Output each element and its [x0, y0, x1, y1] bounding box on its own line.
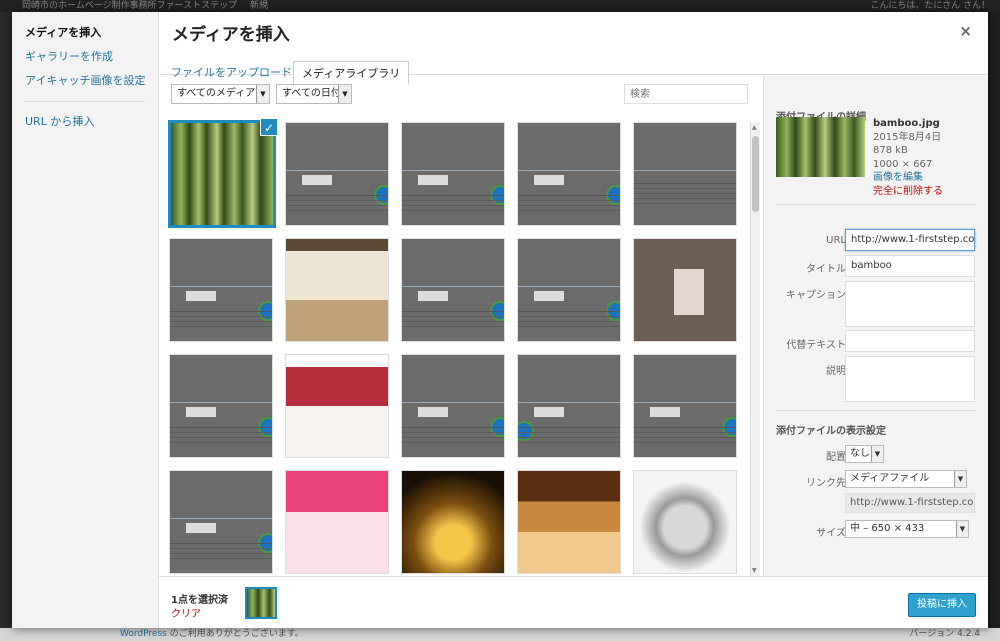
selected-attachment-thumbnail[interactable]	[245, 587, 277, 619]
url-field[interactable]: http://www.1-firststep.com/w	[845, 229, 975, 251]
link-to-select-value: メディアファイル	[850, 473, 930, 484]
admin-sidebar	[0, 12, 12, 641]
size-select[interactable]: 中 – 650 × 433 ▼	[845, 520, 969, 538]
attachment-thumbnail[interactable]	[517, 470, 621, 574]
chevron-down-icon: ▼	[954, 471, 966, 487]
align-select-value: なし	[850, 448, 870, 459]
media-type-filter[interactable]: すべてのメディア ▼	[171, 84, 270, 104]
align-label: 配置	[826, 452, 846, 463]
description-field[interactable]	[845, 356, 975, 402]
attachment-thumbnail[interactable]	[401, 470, 505, 574]
display-settings-heading: 添付ファイルの表示設定	[776, 426, 886, 437]
attachment-thumbnail[interactable]	[633, 122, 737, 226]
media-router: ファイルをアップロード メディアライブラリ	[159, 49, 988, 85]
clear-selection-link[interactable]: クリア	[171, 605, 201, 620]
attachment-thumbnail[interactable]	[401, 354, 505, 458]
search-input[interactable]	[624, 84, 748, 104]
selection-count: 1点を選択済	[171, 595, 228, 606]
insert-into-post-button[interactable]: 投稿に挿入	[908, 593, 976, 617]
chevron-down-icon: ▼	[871, 446, 883, 462]
chevron-down-icon: ▼	[338, 85, 351, 103]
admin-bar-new[interactable]: 新規	[250, 1, 268, 11]
delete-permanently-link[interactable]: 完全に削除する	[873, 185, 943, 199]
link-to-label: リンク先	[806, 478, 846, 489]
admin-bar-greeting[interactable]: こんにちは、たにさん さん！	[870, 0, 990, 12]
attachment-thumbnail[interactable]	[401, 238, 505, 342]
checkmark-icon[interactable]: ✓	[260, 118, 278, 136]
date-filter[interactable]: すべての日付 ▼	[276, 84, 352, 104]
file-size: 878 kB	[873, 145, 908, 156]
attachment-thumbnail[interactable]	[517, 238, 621, 342]
attachment-details-sidebar: 添付ファイルの詳細 bamboo.jpg 2015年8月4日 878 kB 10…	[763, 76, 988, 576]
attachment-thumbnail[interactable]	[517, 354, 621, 458]
edit-image-link[interactable]: 画像を編集	[873, 171, 943, 185]
menu-insert-media[interactable]: メディアを挿入	[12, 21, 158, 45]
description-label: 説明	[826, 366, 846, 377]
modal-title: メディアを挿入	[172, 25, 290, 45]
attachment-thumbnail[interactable]	[169, 238, 273, 342]
attachment-thumbnail[interactable]: ✓	[168, 118, 278, 228]
caption-label: キャプション	[786, 290, 846, 301]
link-url-field: http://www.1-firststep.com/w	[845, 493, 975, 513]
chevron-down-icon: ▼	[956, 521, 968, 537]
alt-text-label: 代替テキスト	[786, 340, 846, 351]
divider	[776, 204, 976, 205]
attachment-thumbnail[interactable]	[285, 238, 389, 342]
media-type-filter-value: すべてのメディア	[177, 88, 256, 99]
menu-insert-from-url[interactable]: URL から挿入	[12, 110, 158, 134]
menu-separator	[25, 101, 145, 102]
scroll-down-icon[interactable]: ▼	[752, 567, 757, 574]
upload-date: 2015年8月4日	[873, 131, 942, 143]
attachment-thumbnail[interactable]	[517, 122, 621, 226]
title-label: タイトル	[806, 264, 846, 275]
scroll-up-icon[interactable]: ▲	[752, 124, 757, 131]
footer-text: のご利用ありがとうございます。	[166, 629, 304, 639]
media-bottom-toolbar: 1点を選択済 クリア 投稿に挿入	[159, 576, 988, 628]
media-modal: メディアを挿入 ギャラリーを作成 アイキャッチ画像を設定 URL から挿入 メデ…	[12, 12, 988, 628]
admin-bar: 岡崎市のホームページ制作事務所ファーストステップ 新規 こんにちは、たにさん さ…	[0, 0, 1000, 12]
media-toolbar: すべてのメディア ▼ すべての日付 ▼	[159, 76, 763, 116]
attachment-thumbnail[interactable]	[285, 122, 389, 226]
site-name[interactable]: 岡崎市のホームページ制作事務所ファーストステップ	[22, 1, 237, 11]
title-field[interactable]: bamboo	[845, 255, 975, 277]
attachment-thumbnail[interactable]	[633, 354, 737, 458]
image-dimensions: 1000 × 667	[873, 158, 933, 170]
grid-scrollbar[interactable]: ▲ ▼	[750, 122, 760, 576]
link-to-select[interactable]: メディアファイル ▼	[845, 470, 967, 488]
menu-featured-image[interactable]: アイキャッチ画像を設定	[12, 69, 158, 93]
admin-footer: WordPress のご利用ありがとうございます。 バージョン 4.2.4	[0, 628, 1000, 641]
menu-create-gallery[interactable]: ギャラリーを作成	[12, 45, 158, 69]
align-select[interactable]: なし ▼	[845, 445, 884, 463]
attachment-meta: bamboo.jpg 2015年8月4日 878 kB 1000 × 667 画…	[873, 117, 943, 198]
size-select-value: 中 – 650 × 433	[850, 523, 925, 534]
file-name: bamboo.jpg	[873, 118, 940, 129]
attachment-thumbnail[interactable]	[633, 238, 737, 342]
attachment-thumbnail[interactable]	[285, 354, 389, 458]
size-label: サイズ	[816, 528, 846, 539]
media-menu: メディアを挿入 ギャラリーを作成 アイキャッチ画像を設定 URL から挿入	[12, 12, 159, 628]
footer-wordpress-link[interactable]: WordPress	[120, 629, 167, 639]
close-icon[interactable]: ×	[959, 22, 972, 40]
attachments-grid: ✓	[159, 116, 763, 576]
caption-field[interactable]	[845, 281, 975, 327]
attachment-thumbnail[interactable]	[169, 470, 273, 574]
footer-version: バージョン 4.2.4	[909, 629, 980, 639]
divider	[776, 410, 976, 411]
url-label: URL	[826, 235, 846, 246]
scrollbar-handle[interactable]	[752, 136, 759, 212]
alt-text-field[interactable]	[845, 330, 975, 352]
attachment-thumbnail[interactable]	[633, 470, 737, 574]
date-filter-value: すべての日付	[282, 88, 341, 99]
attachment-preview	[776, 117, 865, 177]
attachment-thumbnail[interactable]	[169, 354, 273, 458]
attachment-thumbnail[interactable]	[401, 122, 505, 226]
attachment-thumbnail[interactable]	[285, 470, 389, 574]
chevron-down-icon: ▼	[256, 85, 269, 103]
